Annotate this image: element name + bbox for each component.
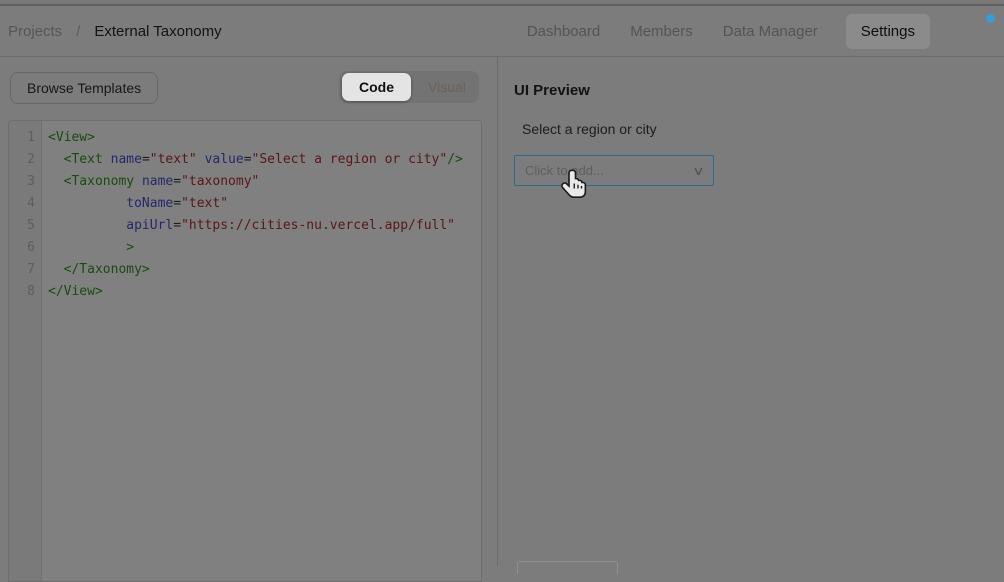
user-avatar[interactable] (964, 16, 994, 46)
code-line[interactable]: 6 > (9, 237, 481, 259)
nav-link-data-manager[interactable]: Data Manager (721, 15, 820, 48)
breadcrumb-separator: / (76, 23, 80, 40)
breadcrumb-current-project: External Taxonomy (94, 23, 221, 40)
code-line[interactable]: 2 <Text name="text" value="Select a regi… (9, 149, 481, 171)
code-line-content: toName="text" (41, 193, 228, 215)
toggle-code-tab[interactable]: Code (342, 73, 411, 101)
chevron-down-icon: ∨ (692, 164, 704, 178)
code-line-content: apiUrl="https://cities-nu.vercel.app/ful… (41, 215, 455, 237)
line-number: 8 (9, 281, 41, 303)
line-number: 5 (9, 215, 41, 237)
code-line-content: <Text name="text" value="Select a region… (41, 149, 463, 171)
code-line[interactable]: 7 </Taxonomy> (9, 259, 481, 281)
code-line[interactable]: 8</View> (9, 281, 481, 303)
line-number: 1 (9, 127, 41, 149)
code-line-content: <View> (41, 127, 95, 149)
code-line-content: </View> (41, 281, 103, 303)
code-line-content: <Taxonomy name="taxonomy" (41, 171, 259, 193)
preview-title: UI Preview (514, 82, 590, 99)
breadcrumb-projects[interactable]: Projects (8, 23, 62, 40)
code-line[interactable]: 5 apiUrl="https://cities-nu.vercel.app/f… (9, 215, 481, 237)
nav-link-dashboard[interactable]: Dashboard (525, 15, 602, 48)
line-number: 6 (9, 237, 41, 259)
taxonomy-dropdown[interactable]: Click to add... ∨ (514, 155, 714, 186)
labeling-config-code-editor[interactable]: 1<View>2 <Text name="text" value="Select… (8, 120, 482, 582)
browse-templates-button[interactable]: Browse Templates (10, 72, 158, 104)
app-window: Projects / External Taxonomy Dashboard M… (0, 0, 1004, 566)
line-number: 7 (9, 259, 41, 281)
line-number: 2 (9, 149, 41, 171)
partial-element-below-fold (517, 561, 618, 574)
code-visual-toggle: Code Visual (339, 71, 479, 103)
nav-links: Dashboard Members Data Manager Settings (525, 6, 994, 56)
code-line[interactable]: 1<View> (9, 127, 481, 149)
nav-link-members[interactable]: Members (628, 15, 695, 48)
line-number: 4 (9, 193, 41, 215)
preview-prompt-text: Select a region or city (522, 121, 657, 137)
code-line-content: </Taxonomy> (41, 259, 150, 281)
taxonomy-dropdown-placeholder: Click to add... (525, 163, 694, 178)
line-number: 3 (9, 171, 41, 193)
code-line[interactable]: 3 <Taxonomy name="taxonomy" (9, 171, 481, 193)
nav-link-settings[interactable]: Settings (846, 14, 930, 49)
code-line[interactable]: 4 toName="text" (9, 193, 481, 215)
ui-preview-panel: UI Preview Select a region or city Click… (497, 57, 1004, 566)
notification-dot (986, 14, 995, 23)
code-lines: 1<View>2 <Text name="text" value="Select… (9, 121, 481, 303)
top-navbar: Projects / External Taxonomy Dashboard M… (0, 6, 1004, 57)
code-line-content: > (41, 237, 134, 259)
toggle-visual-tab[interactable]: Visual (414, 73, 480, 101)
breadcrumb: Projects / External Taxonomy (8, 6, 222, 56)
